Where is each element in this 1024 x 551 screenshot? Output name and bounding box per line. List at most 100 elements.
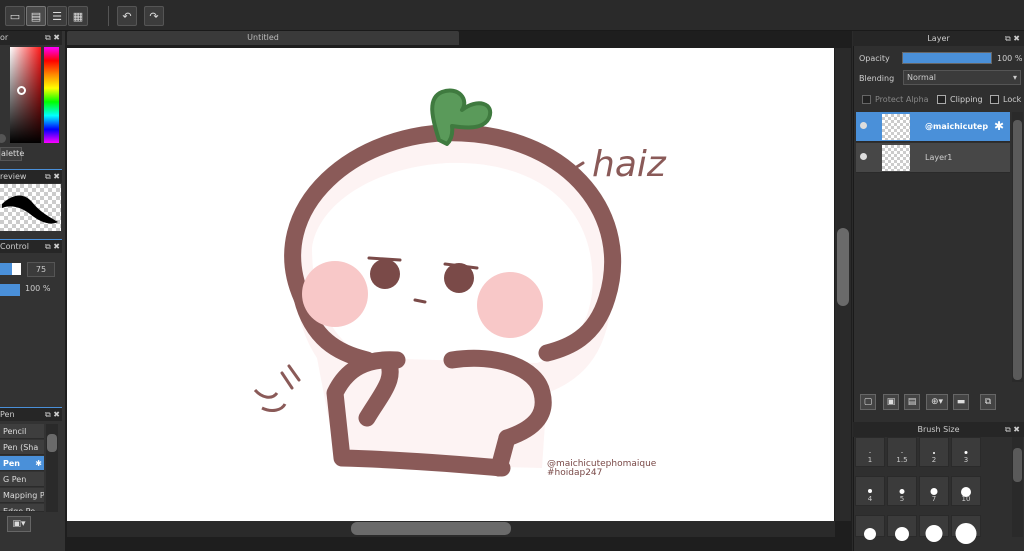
brush-size-cell[interactable]: [887, 515, 917, 541]
brush-size-label: 2: [931, 456, 937, 464]
panel-detach-close-icons[interactable]: ⧉ ✖: [45, 170, 60, 183]
opacity-slider[interactable]: [0, 284, 20, 296]
brush-size-cell[interactable]: [855, 515, 885, 540]
color-square[interactable]: [10, 47, 41, 143]
canvas-vertical-scroll-thumb[interactable]: [837, 228, 849, 306]
eye-icon[interactable]: [860, 122, 867, 129]
palette-button[interactable]: alette: [0, 147, 24, 161]
chevron-down-icon: ▾: [1012, 73, 1017, 82]
brush-dot: [925, 525, 943, 542]
brush-size-cell[interactable]: 1: [855, 437, 885, 467]
brush-size-cell[interactable]: 10: [951, 476, 981, 506]
gear-icon[interactable]: ✱: [35, 456, 42, 470]
protect-alpha-checkbox[interactable]: [862, 95, 871, 104]
opacity-value: 100 %: [25, 284, 51, 293]
list-icon[interactable]: ☰: [47, 6, 67, 26]
brush-list-header: Pen ⧉ ✖: [0, 407, 62, 421]
brush-size-cell[interactable]: 3: [951, 437, 981, 467]
grid-icon[interactable]: ▦: [68, 6, 88, 26]
speech-icon[interactable]: ▭: [5, 6, 25, 26]
new-layer-1bit-button[interactable]: ▤: [904, 394, 920, 410]
brush-item-label: Pen: [3, 459, 20, 468]
brush-size-label: 10: [961, 495, 971, 503]
new-layer-8bit-button[interactable]: ▣: [883, 394, 899, 410]
lock-checkbox[interactable]: [990, 95, 999, 104]
opacity-label: Opacity: [859, 54, 890, 63]
clipping-label: Clipping: [950, 95, 983, 104]
blending-value: Normal: [907, 73, 936, 82]
panel-detach-close-icons[interactable]: ⧉ ✖: [45, 240, 60, 253]
brush-item[interactable]: G Pen: [0, 472, 44, 487]
layer-opacity-value: 100 %: [997, 54, 1023, 63]
brush-item[interactable]: Pencil: [0, 424, 44, 439]
new-layer-button[interactable]: ▢: [860, 394, 876, 410]
brush-size-header: Brush Size ⧉ ✖: [853, 422, 1024, 437]
brush-list-scroll-thumb[interactable]: [47, 434, 57, 452]
brush-stroke-preview: [0, 184, 61, 231]
brush-item-selected[interactable]: Pen ✱: [0, 456, 44, 471]
panel-detach-close-icons[interactable]: ⧉ ✖: [1005, 422, 1020, 437]
page-icon[interactable]: ▤: [26, 6, 46, 26]
brush-size-label: 1.5: [896, 456, 908, 464]
canvas-horizontal-scroll-thumb[interactable]: [351, 522, 511, 535]
brush-dot: [901, 452, 903, 453]
watermark-line-2: #hoidap247: [547, 468, 602, 478]
brush-item[interactable]: Pen (Sha: [0, 440, 44, 455]
brush-size-cell[interactable]: 1.5: [887, 437, 917, 467]
panel-detach-close-icons[interactable]: ⧉ ✖: [45, 31, 60, 45]
brush-size-label: 4: [867, 495, 873, 503]
hue-slider[interactable]: [44, 47, 59, 143]
layer-row-selected[interactable]: @maichicutep ✱: [856, 112, 1010, 142]
lock-label: Lock: [1003, 95, 1022, 104]
duplicate-layer-button[interactable]: ⧉: [980, 394, 996, 410]
brush-size-cell[interactable]: 5: [887, 476, 917, 506]
preview-title: review: [0, 172, 27, 181]
layer-panel-header: Layer ⧉ ✖: [853, 31, 1024, 46]
clipping-checkbox[interactable]: [937, 95, 946, 104]
gear-icon[interactable]: ✱: [994, 119, 1004, 133]
panel-detach-close-icons[interactable]: ⧉ ✖: [1005, 31, 1020, 46]
drawing-canvas[interactable]: haiz @maichicutephomaique #hoidap247: [67, 48, 834, 521]
add-brush-button[interactable]: ▣▾: [7, 516, 31, 532]
folder-icon[interactable]: ▬: [953, 394, 969, 410]
toolbar-divider: [108, 6, 109, 26]
brush-dot: [930, 488, 938, 495]
brush-size-label: 1: [867, 456, 873, 464]
top-toolbar: ▭ ▤ ☰ ▦ ↶ ↷: [0, 0, 1024, 31]
caption-text: haiz: [592, 144, 667, 185]
brush-size-cell[interactable]: [951, 515, 981, 544]
panel-detach-close-icons[interactable]: ⧉ ✖: [45, 408, 60, 421]
redo-button[interactable]: ↷: [144, 6, 164, 26]
blending-select[interactable]: Normal ▾: [903, 70, 1021, 85]
right-panel-column: [853, 31, 1024, 551]
brush-dot: [955, 523, 977, 544]
layer-list-scroll-thumb[interactable]: [1013, 120, 1022, 380]
brush-size-label: 7: [931, 495, 937, 503]
layer-thumbnail: [882, 114, 910, 140]
brush-control-header: Control ⧉ ✖: [0, 239, 62, 253]
brush-size-cell[interactable]: [919, 515, 949, 542]
protect-alpha-label: Protect Alpha: [875, 95, 929, 104]
document-tab[interactable]: Untitled: [67, 31, 459, 45]
artwork-illustration: haiz @maichicutephomaique #hoidap247: [253, 88, 667, 478]
eye-icon[interactable]: [860, 153, 867, 160]
layer-thumbnail: [882, 145, 910, 171]
brush-size-cell[interactable]: 7: [919, 476, 949, 506]
layer-row[interactable]: Layer1: [856, 143, 1010, 173]
brush-size-label: 5: [899, 495, 905, 503]
layer-panel-title: Layer: [927, 34, 950, 43]
brush-size-cell[interactable]: 4: [855, 476, 885, 506]
size-value[interactable]: 75: [27, 262, 55, 277]
brush-size-scroll-thumb[interactable]: [1013, 448, 1022, 482]
brush-item[interactable]: Edge Pe: [0, 504, 44, 512]
blending-label: Blending: [859, 74, 895, 83]
size-slider-handle[interactable]: [12, 263, 21, 275]
brush-size-cell[interactable]: 2: [919, 437, 949, 467]
brush-item[interactable]: Mapping P: [0, 488, 44, 503]
undo-button[interactable]: ↶: [117, 6, 137, 26]
color-picker-handle[interactable]: [17, 86, 26, 95]
stroke-preview-icon: [2, 195, 58, 224]
add-layer-menu-button[interactable]: ⊕▾: [926, 394, 948, 410]
layer-name: @maichicutep: [925, 122, 989, 131]
layer-opacity-slider[interactable]: [902, 52, 992, 64]
